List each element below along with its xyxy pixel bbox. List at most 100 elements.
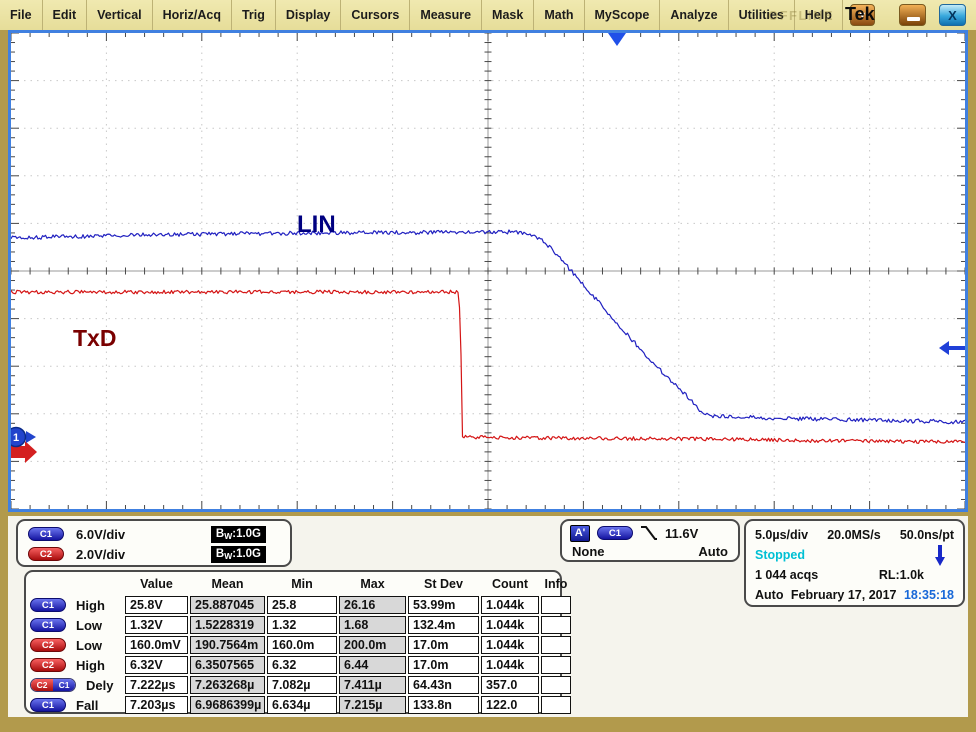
column-header-stdev: St Dev: [408, 575, 479, 594]
measurement-cell-r4-c6: [541, 676, 571, 694]
channel-1-marker-number: 1: [13, 432, 19, 444]
channel-1-scale: 6.0V/div: [76, 527, 125, 542]
column-header-mean: Mean: [190, 575, 265, 594]
measurement-cell-r2-c5: 1.044k: [481, 636, 539, 654]
column-header-count: Count: [481, 575, 539, 594]
measurement-cell-r3-c4: 17.0m: [408, 656, 479, 674]
channel-2-bandwidth-badge: BW:1.0G: [211, 546, 266, 563]
sample-rate: 20.0MS/s: [827, 528, 881, 542]
channel-1-bandwidth-badge: BW:1.0G: [211, 526, 266, 543]
measurement-cell-r1-c2: 1.32: [267, 616, 337, 634]
menu-item-vertical[interactable]: Vertical: [87, 0, 152, 30]
date-label: February 17, 2017: [791, 588, 897, 602]
measurement-cell-r1-c6: [541, 616, 571, 634]
source-badge-c1: C1: [30, 698, 66, 712]
measurement-cell-r4-c4: 64.43n: [408, 676, 479, 694]
channel-2-badge: C2: [28, 547, 64, 561]
close-button[interactable]: X: [939, 4, 966, 26]
menu-item-horizacq[interactable]: Horiz/Acq: [153, 0, 232, 30]
measurement-name: Low: [76, 638, 102, 653]
measurement-cell-r3-c1: 6.3507565: [190, 656, 265, 674]
measurement-cell-r5-c1: 6.9686399µ: [190, 696, 265, 714]
measurement-cell-r0-c2: 25.8: [267, 596, 337, 614]
channel-1-badge: C1: [28, 527, 64, 541]
sample-resolution: 50.0ns/pt: [900, 528, 954, 542]
measurement-cell-r5-c5: 122.0: [481, 696, 539, 714]
measurement-row-label: C2C1 Dely: [30, 676, 123, 694]
menu-item-analyze[interactable]: Analyze: [660, 0, 728, 30]
measurement-cell-r3-c0: 6.32V: [125, 656, 188, 674]
measurement-cell-r2-c4: 17.0m: [408, 636, 479, 654]
close-icon: X: [948, 8, 957, 23]
measurement-cell-r5-c6: [541, 696, 571, 714]
trigger-level-marker[interactable]: [947, 346, 965, 350]
acquisition-count: 1 044 acqs: [755, 568, 818, 582]
measurement-cell-r0-c3: 26.16: [339, 596, 406, 614]
measurement-header-spacer: [30, 575, 123, 594]
menu-item-edit[interactable]: Edit: [43, 0, 88, 30]
tek-logo: Tek: [845, 4, 875, 25]
channel-2-readout[interactable]: C2 2.0V/div BW:1.0G: [28, 544, 280, 564]
measurement-row-label: C1 Low: [30, 616, 123, 634]
source-badge-c2: C2: [30, 658, 66, 672]
measurement-cell-r5-c3: 7.215µ: [339, 696, 406, 714]
trigger-mode-label: Auto: [755, 588, 783, 602]
measurement-name: Dely: [86, 678, 113, 693]
column-header-info: Info: [541, 575, 571, 594]
menu-item-myscope[interactable]: MyScope: [585, 0, 661, 30]
menu-item-measure[interactable]: Measure: [410, 0, 482, 30]
measurement-cell-r2-c1: 190.7564m: [190, 636, 265, 654]
record-length: RL:1.0k: [879, 568, 924, 582]
minimize-icon: [907, 17, 920, 21]
column-header-max: Max: [339, 575, 406, 594]
menu-item-math[interactable]: Math: [534, 0, 584, 30]
measurement-name: Fall: [76, 698, 98, 713]
oscilloscope-screen: { "menu": { "items": ["File", "Edit", "V…: [0, 0, 976, 732]
measurement-row-label: C2 High: [30, 656, 123, 674]
menu-item-trig[interactable]: Trig: [232, 0, 276, 30]
measurement-cell-r3-c2: 6.32: [267, 656, 337, 674]
timebase-readout-panel[interactable]: 5.0µs/div 20.0MS/s 50.0ns/pt Stopped 1 0…: [744, 519, 965, 607]
measurement-cell-r4-c2: 7.082µ: [267, 676, 337, 694]
measurement-cell-r3-c5: 1.044k: [481, 656, 539, 674]
menu-item-file[interactable]: File: [0, 0, 43, 30]
measurement-row-label: C1High: [30, 596, 123, 614]
minimize-button[interactable]: [899, 4, 926, 26]
measurement-cell-r2-c6: [541, 636, 571, 654]
lin-trace-label: LIN: [297, 211, 336, 238]
menu-items: FileEditVerticalHoriz/AcqTrigDisplayCurs…: [0, 0, 843, 30]
measurement-cell-r2-c3: 200.0m: [339, 636, 406, 654]
channel-2-scale: 2.0V/div: [76, 547, 125, 562]
measurement-cell-r4-c1: 7.263268µ: [190, 676, 265, 694]
arrow-down-icon: [934, 544, 946, 566]
measurement-cell-r1-c0: 1.32V: [125, 616, 188, 634]
measurement-table-panel: ValueMeanMinMaxSt DevCountInfoC1High25.8…: [24, 570, 562, 714]
measurement-cell-r5-c4: 133.8n: [408, 696, 479, 714]
measurement-cell-r2-c2: 160.0m: [267, 636, 337, 654]
column-header-value: Value: [125, 575, 188, 594]
measurement-cell-r4-c0: 7.222µs: [125, 676, 188, 694]
measurement-name: High: [76, 658, 105, 673]
measurement-cell-r4-c5: 357.0: [481, 676, 539, 694]
menu-item-cursors[interactable]: Cursors: [341, 0, 410, 30]
channel-readout-panel: C1 6.0V/div BW:1.0G C2 2.0V/div BW:1.0G: [16, 519, 292, 567]
channel-1-readout[interactable]: C1 6.0V/div BW:1.0G: [28, 524, 280, 544]
waveform-display: LINTxD1: [8, 30, 968, 512]
measurement-name: Low: [76, 618, 102, 633]
offline-watermark: OFFLINE: [768, 8, 834, 23]
measurement-cell-r5-c2: 6.634µ: [267, 696, 337, 714]
channel-1-position-arrow[interactable]: [26, 431, 36, 443]
trigger-holdoff: None: [572, 544, 605, 559]
menu-item-mask[interactable]: Mask: [482, 0, 534, 30]
trigger-level-value: 11.6V: [665, 526, 698, 541]
source-badge-c2c1: C2C1: [30, 678, 76, 692]
measurement-cell-r3-c3: 6.44: [339, 656, 406, 674]
trigger-readout-panel[interactable]: A' C1 11.6V None Auto: [560, 519, 740, 562]
column-header-min: Min: [267, 575, 337, 594]
falling-edge-icon: [640, 525, 658, 542]
source-badge-c2: C2: [30, 638, 66, 652]
trigger-position-marker[interactable]: [608, 33, 626, 46]
menu-item-display[interactable]: Display: [276, 0, 341, 30]
source-badge-c1: C1: [30, 618, 66, 632]
trigger-level-arrow-icon[interactable]: [939, 341, 949, 355]
